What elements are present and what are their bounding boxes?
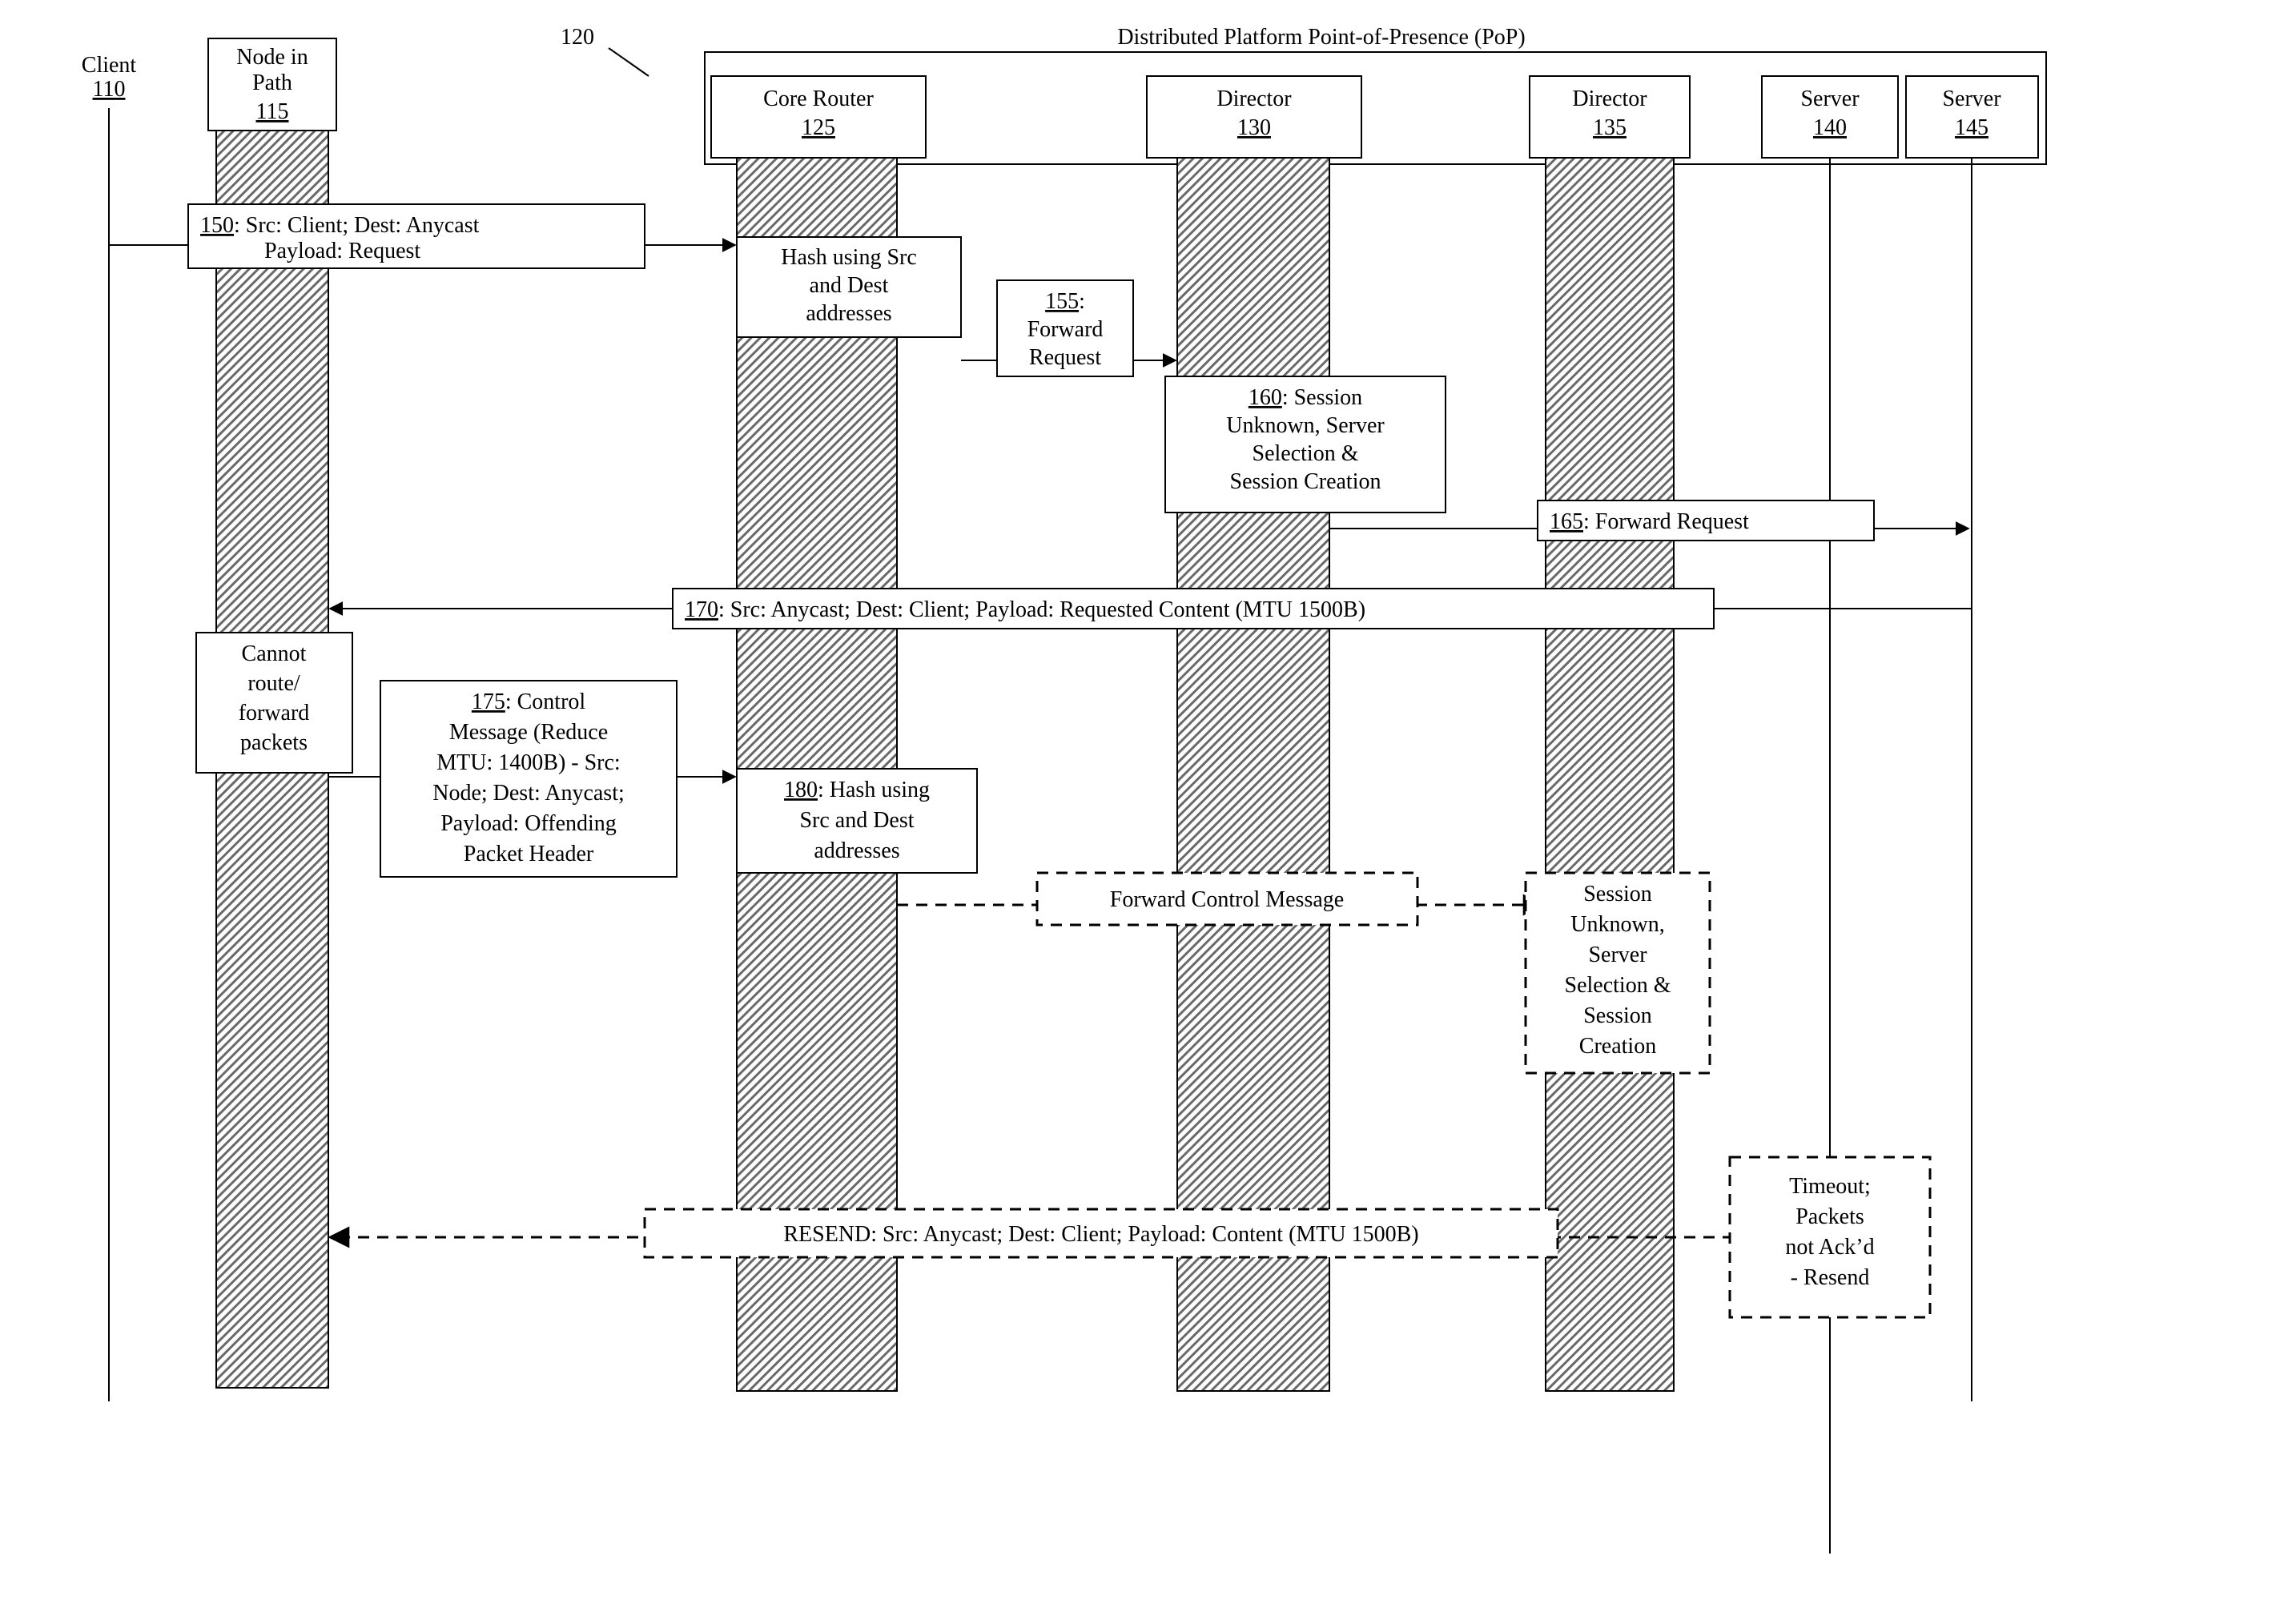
lane-srv1-label: Server bbox=[1800, 86, 1860, 111]
msg-175-line1: 175: Control bbox=[472, 689, 586, 714]
lane-srv2-label: Server bbox=[1942, 86, 2001, 111]
sess2-l4: Selection & bbox=[1565, 973, 1671, 998]
msg-175-line4: Node; Dest: Anycast; bbox=[432, 781, 625, 806]
hash1-l1: Hash using Src bbox=[781, 245, 917, 270]
sess2-l5: Session bbox=[1583, 1003, 1652, 1028]
msg-175-line2: Message (Reduce bbox=[449, 720, 608, 745]
msg-180-line3: addresses bbox=[814, 838, 899, 863]
cannot-l1: Cannot bbox=[242, 641, 307, 666]
activation-dir2 bbox=[1546, 158, 1674, 1391]
sequence-diagram: Distributed Platform Point-of-Presence (… bbox=[0, 0, 2288, 1624]
cannot-l4: packets bbox=[240, 730, 308, 755]
lane-node-label1: Node in bbox=[236, 45, 308, 70]
lane-dir1-label: Director bbox=[1216, 86, 1292, 111]
msg-180-line1: 180: Hash using bbox=[784, 778, 930, 802]
msg-160-line3: Selection & bbox=[1253, 441, 1359, 466]
lane-dir2-num: 135 bbox=[1593, 115, 1627, 140]
cannot-l2: route/ bbox=[247, 671, 300, 696]
msg-155-line3: Request bbox=[1029, 345, 1101, 370]
resend-text: RESEND: Src: Anycast; Dest: Client; Payl… bbox=[783, 1222, 1418, 1247]
msg-155-line2: Forward bbox=[1027, 317, 1104, 342]
lane-srv1-num: 140 bbox=[1813, 115, 1847, 140]
cannot-l3: forward bbox=[239, 701, 310, 726]
activation-dir1 bbox=[1177, 158, 1329, 1391]
msg-170-line1: 170: Src: Anycast; Dest: Client; Payload… bbox=[685, 597, 1365, 622]
msg-175-line5: Payload: Offending bbox=[440, 811, 617, 836]
pop-leader-label: 120 bbox=[561, 25, 594, 50]
timeout-l3: not Ack’d bbox=[1785, 1235, 1874, 1260]
msg-160-line2: Unknown, Server bbox=[1226, 413, 1385, 438]
lane-client-num: 110 bbox=[93, 77, 126, 102]
msg-150-line1: 150: Src: Client; Dest: Anycast bbox=[200, 213, 480, 238]
sess2-l3: Server bbox=[1588, 943, 1647, 967]
lane-core-label: Core Router bbox=[763, 86, 874, 111]
pop-title: Distributed Platform Point-of-Presence (… bbox=[1117, 25, 1525, 50]
lane-srv2-num: 145 bbox=[1955, 115, 1988, 140]
lane-node-num: 115 bbox=[256, 99, 289, 124]
sess2-l2: Unknown, bbox=[1570, 912, 1664, 937]
msg-160-line4: Session Creation bbox=[1230, 469, 1381, 494]
sess2-l1: Session bbox=[1583, 882, 1652, 906]
msg-160-line1: 160: Session bbox=[1249, 385, 1362, 410]
msg-155-line1: 155: bbox=[1045, 289, 1085, 314]
timeout-l1: Timeout; bbox=[1789, 1174, 1871, 1199]
sess2-l6: Creation bbox=[1579, 1034, 1656, 1059]
lane-dir2-label: Director bbox=[1572, 86, 1647, 111]
lane-core-num: 125 bbox=[802, 115, 835, 140]
msg-150-line2: Payload: Request bbox=[264, 239, 420, 263]
msg-180-line2: Src and Dest bbox=[799, 808, 914, 833]
msg-175-line6: Packet Header bbox=[464, 842, 594, 866]
lane-dir1-num: 130 bbox=[1237, 115, 1271, 140]
lane-node-label2: Path bbox=[252, 70, 292, 95]
lane-client-label: Client bbox=[82, 53, 137, 78]
hash1-l3: addresses bbox=[806, 301, 891, 326]
timeout-l4: - Resend bbox=[1791, 1265, 1870, 1290]
hash1-l2: and Dest bbox=[810, 273, 889, 298]
timeout-l2: Packets bbox=[1795, 1204, 1864, 1229]
fwdctrl-text: Forward Control Message bbox=[1110, 887, 1344, 912]
msg-175-line3: MTU: 1400B) - Src: bbox=[436, 750, 620, 775]
msg-165-line1: 165: Forward Request bbox=[1550, 509, 1749, 534]
